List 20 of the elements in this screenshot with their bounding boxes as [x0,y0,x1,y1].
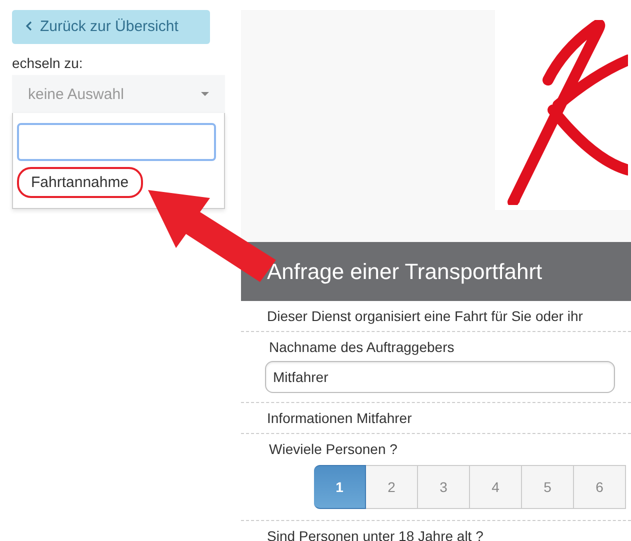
text-field[interactable]: Mitfahrer [265,361,615,393]
count-option[interactable]: 3 [418,465,470,509]
field-label: Nachname des Auftraggebers [268,339,456,355]
count-option[interactable]: 2 [366,465,418,509]
section-label: Informationen Mitfahrer [241,403,631,434]
count-option[interactable]: 1 [314,465,366,509]
caret-icon [201,92,209,96]
chevron-left-icon [26,21,32,31]
page-select[interactable]: keine Auswahl [12,75,225,113]
count-option[interactable]: 4 [470,465,522,509]
intro-text: Dieser Dienst organisiert eine Fahrt für Sie oder ihr [241,301,631,332]
back-button[interactable]: Zurück zur Übersicht [12,10,210,44]
count-option[interactable]: 5 [522,465,574,509]
switch-label: echseln zu: [12,55,84,71]
select-option[interactable]: Fahrtannahme [17,167,143,198]
search-field[interactable] [17,123,216,161]
form-title: Anfrage einer Transportfahrt [241,242,631,301]
count-option[interactable]: 6 [574,465,626,509]
field-label: Wieviele Personen ? [268,441,398,457]
section-label: Sind Personen unter 18 Jahre alt ? [266,527,484,541]
